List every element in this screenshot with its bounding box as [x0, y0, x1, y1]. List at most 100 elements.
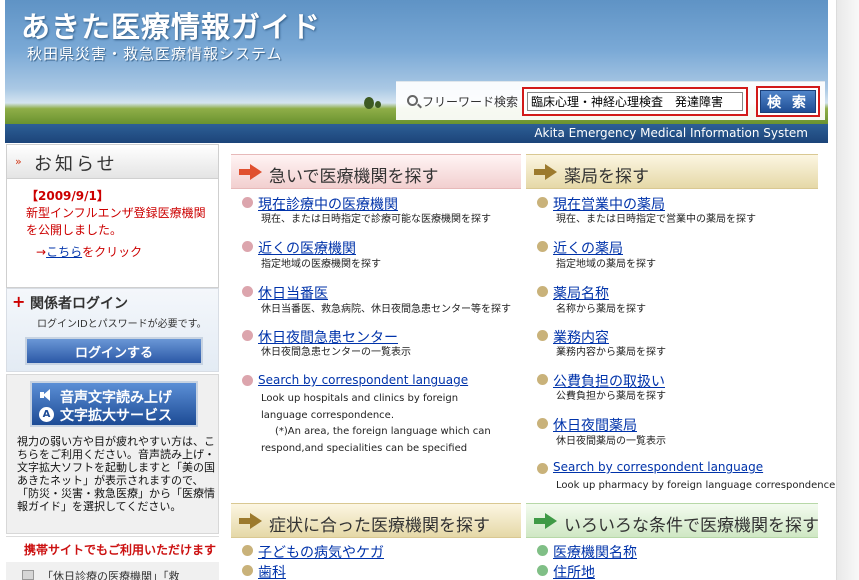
header-strip: Akita Emergency Medical Information Syst… [5, 124, 828, 143]
bullet-icon [242, 286, 253, 297]
pharmacy-search-panel: 薬局を探す 現在営業中の薬局 現在、または日時指定で営業中の薬局を探す 近くの薬… [526, 154, 838, 494]
search-input-frame [522, 87, 748, 116]
bullet-icon [537, 545, 548, 556]
site-english-name: Akita Emergency Medical Information Syst… [534, 126, 808, 140]
accessibility-line2: 文字拡大サービス [60, 408, 172, 424]
bullet-icon [537, 418, 548, 429]
sidebar: » お知らせ 【2009/9/1】 新型インフルエンザ登録医療機関を公開しました… [6, 144, 219, 580]
link-desc: 現在、または日時指定で営業中の薬局を探す [556, 214, 756, 225]
link-dental[interactable]: 歯科 [258, 562, 286, 580]
link-night-emergency-center[interactable]: 休日夜間急患センター [258, 327, 398, 347]
bullet-icon [537, 197, 548, 208]
double-chevron-icon: » [15, 155, 22, 168]
bullet-icon [242, 330, 253, 341]
link-desc: Look up hospitals and clinics by foreign… [261, 393, 459, 421]
bullet-icon [242, 375, 253, 386]
link-night-pharmacies[interactable]: 休日夜間薬局 [553, 415, 637, 435]
link-address[interactable]: 住所地 [553, 562, 595, 580]
news-link-row: →こちらをクリック [36, 243, 142, 260]
bullet-icon [242, 197, 253, 208]
site-logo[interactable]: あきた医療情報ガイド [21, 4, 321, 46]
link-nearby-clinics[interactable]: 近くの医療機関 [258, 238, 356, 258]
arrow-right-icon [534, 513, 558, 529]
tree-silhouette [364, 97, 374, 109]
link-note: (*)An area, the foreign language which c… [261, 426, 491, 454]
news-date: 【2009/9/1】 [26, 189, 109, 203]
link-desc: 指定地域の薬局を探す [556, 259, 656, 270]
link-nearby-pharmacies[interactable]: 近くの薬局 [553, 238, 623, 258]
link-institution-name[interactable]: 医療機関名称 [553, 542, 637, 562]
bullet-icon [242, 565, 253, 576]
search-icon [407, 95, 418, 106]
search-input[interactable] [527, 92, 743, 111]
link-desc: 休日夜間急患センターの一覧表示 [261, 347, 411, 358]
text-enlarge-icon: A [39, 407, 54, 422]
link-desc: Look up pharmacy by foreign language cor… [556, 480, 839, 491]
symptom-search-header: 症状に合った医療機関を探す [231, 503, 521, 538]
arrow-right-icon [239, 164, 263, 180]
news-link-suffix: をクリック [82, 245, 143, 259]
arrow-right-icon [534, 164, 558, 180]
login-note: ログインIDとパスワードが必要です。 [37, 319, 207, 330]
link-public-expense[interactable]: 公費負担の取扱い [553, 371, 665, 391]
sidebar-bottom-text: 「休日診療の医療機関」「救 [42, 570, 180, 580]
news-title-bar: » お知らせ [7, 145, 218, 179]
link-language-search-clinics[interactable]: Search by correspondent language [258, 373, 468, 387]
mobile-site-text: 携帯サイトでもご利用いただけます [24, 543, 217, 557]
urgent-search-header: 急いで医療機関を探す [231, 154, 521, 189]
arrow-icon: → [36, 245, 47, 259]
link-desc: 休日夜間薬局の一覧表示 [556, 436, 666, 447]
link-language-search-pharmacies[interactable]: Search by correspondent language [553, 460, 763, 474]
search-button[interactable]: 検 索 [760, 90, 816, 113]
document-icon [22, 570, 34, 580]
search-button-frame: 検 索 [756, 86, 820, 117]
bullet-icon [537, 286, 548, 297]
search-label: フリーワード検索 [422, 95, 519, 109]
link-desc: 指定地域の医療機関を探す [261, 259, 381, 270]
mobile-site-banner[interactable]: 携帯サイトでもご利用いただけます [6, 536, 219, 560]
sidebar-bottom-link[interactable]: 「休日診療の医療機関」「救 [6, 562, 219, 580]
link-desc: 公費負担から薬局を探す [556, 391, 666, 402]
link-open-pharmacies[interactable]: 現在営業中の薬局 [553, 194, 665, 214]
conditions-search-header: いろいろな条件で医療機関を探す [526, 503, 819, 538]
conditions-search-panel: いろいろな条件で医療機関を探す 医療機関名称 住所地 [526, 503, 819, 580]
link-holiday-doctor[interactable]: 休日当番医 [258, 283, 328, 303]
bullet-icon [242, 545, 253, 556]
urgent-search-panel: 急いで医療機関を探す 現在診療中の医療機関 現在、または日時指定で診療可能な医療… [231, 154, 521, 494]
link-desc: 現在、または日時指定で診療可能な医療機関を探す [261, 214, 491, 225]
link-child-illness[interactable]: 子どもの病気やケガ [258, 542, 384, 562]
plus-icon: + [12, 292, 26, 311]
header-banner: あきた医療情報ガイド 秋田県災害・救急医療情報システム フリーワード検索 検 索… [5, 0, 828, 143]
link-business-content[interactable]: 業務内容 [553, 327, 609, 347]
bullet-icon [242, 241, 253, 252]
link-desc: 休日当番医、救急病院、休日夜間急患センター等を探す [261, 304, 511, 315]
login-box: + 関係者ログイン ログインIDとパスワードが必要です。 ログインする [6, 288, 219, 372]
pharmacy-search-title: 薬局を探す [564, 167, 649, 187]
link-desc: 名称から薬局を探す [556, 304, 646, 315]
page: あきた医療情報ガイド 秋田県災害・救急医療情報システム フリーワード検索 検 索… [0, 0, 859, 580]
login-title: 関係者ログイン [30, 296, 128, 312]
tree-silhouette [375, 101, 381, 108]
window-edge [836, 0, 859, 580]
news-link[interactable]: こちら [46, 245, 82, 259]
bullet-icon [537, 330, 548, 341]
bullet-icon [537, 463, 548, 474]
login-button[interactable]: ログインする [25, 337, 203, 365]
news-title: お知らせ [34, 154, 118, 175]
accessibility-service-button[interactable]: A 音声文字読み上げ 文字拡大サービス [30, 381, 198, 427]
accessibility-description: 視力の弱い方や目が疲れやすい方は、こちらをご利用ください。音声読み上げ・文字拡大… [17, 435, 215, 513]
link-current-clinics[interactable]: 現在診療中の医療機関 [258, 194, 398, 214]
symptom-search-title: 症状に合った医療機関を探す [269, 516, 490, 536]
news-box: » お知らせ 【2009/9/1】 新型インフルエンザ登録医療機関を公開しました… [6, 144, 219, 288]
accessibility-box: A 音声文字読み上げ 文字拡大サービス 視力の弱い方や目が疲れやすい方は、こちら… [6, 374, 219, 534]
link-pharmacy-name[interactable]: 薬局名称 [553, 283, 609, 303]
urgent-search-title: 急いで医療機関を探す [269, 167, 439, 187]
news-body: 新型インフルエンザ登録医療機関を公開しました。 [26, 206, 206, 237]
site-subtitle: 秋田県災害・救急医療情報システム [27, 45, 283, 63]
accessibility-line1: 音声文字読み上げ [60, 390, 172, 406]
bullet-icon [537, 374, 548, 385]
free-word-search: フリーワード検索 検 索 [396, 81, 825, 120]
conditions-search-title: いろいろな条件で医療機関を探す [564, 516, 819, 536]
pharmacy-search-header: 薬局を探す [526, 154, 818, 189]
arrow-right-icon [239, 513, 263, 529]
